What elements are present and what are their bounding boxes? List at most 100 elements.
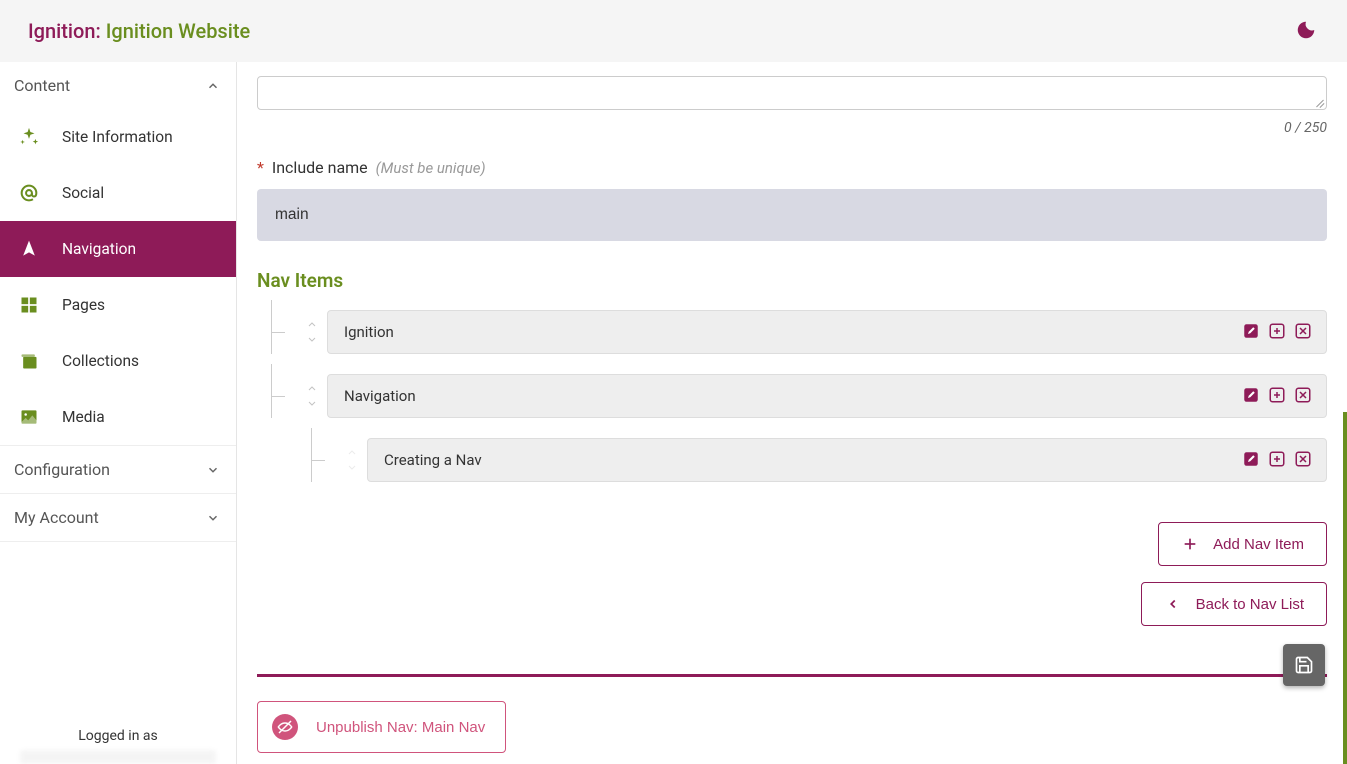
nav-items-tree: Ignition Navigati <box>257 310 1327 482</box>
sidebar-item-media[interactable]: Media <box>0 389 236 445</box>
sidebar-item-label: Media <box>62 408 105 426</box>
chevron-up-icon <box>206 79 220 93</box>
arrow-up-icon <box>346 447 358 459</box>
drag-handle[interactable] <box>337 438 367 482</box>
sidebar-item-label: Navigation <box>62 240 136 258</box>
nav-item-label: Navigation <box>344 387 416 405</box>
tree-connector <box>271 374 297 418</box>
action-buttons: Add Nav Item Back to Nav List <box>257 522 1327 626</box>
nav-item-card: Creating a Nav <box>367 438 1327 482</box>
chevron-down-icon <box>206 463 220 477</box>
edit-nav-item-button[interactable] <box>1242 322 1262 342</box>
sidebar-item-label: Social <box>62 184 104 202</box>
arrow-down-icon <box>306 397 318 409</box>
button-label: Back to Nav List <box>1196 596 1304 613</box>
grid-icon <box>18 294 40 316</box>
drag-handle[interactable] <box>297 310 327 354</box>
sidebar-head-account[interactable]: My Account <box>0 494 236 541</box>
sidebar-section-configuration: Configuration <box>0 446 236 494</box>
plus-square-icon <box>1268 450 1286 468</box>
section-divider <box>257 674 1327 677</box>
char-counter: 0 / 250 <box>257 120 1327 136</box>
sidebar-section-label: Content <box>14 76 70 95</box>
description-textarea[interactable] <box>257 76 1327 110</box>
nav-items-heading: Nav Items <box>257 269 1327 292</box>
dark-mode-toggle[interactable] <box>1295 19 1319 43</box>
unpublish-nav-button[interactable]: Unpublish Nav: Main Nav <box>257 701 506 753</box>
add-child-nav-item-button[interactable] <box>1268 322 1288 342</box>
pencil-icon <box>1242 322 1260 340</box>
nav-item-actions <box>1242 322 1314 342</box>
arrow-down-icon <box>346 461 358 473</box>
sidebar-section-label: My Account <box>14 508 99 527</box>
x-square-icon <box>1294 386 1312 404</box>
sidebar: Content Site Information Social Navigati… <box>0 62 237 764</box>
add-nav-item-button[interactable]: Add Nav Item <box>1158 522 1327 566</box>
nav-item-row: Creating a Nav <box>271 438 1327 482</box>
sidebar-head-configuration[interactable]: Configuration <box>0 446 236 493</box>
sidebar-item-navigation[interactable]: Navigation <box>0 221 236 277</box>
sidebar-section-account: My Account <box>0 494 236 542</box>
unpublish-icon <box>272 714 298 740</box>
nav-item-row: Navigation <box>271 374 1327 418</box>
sidebar-section-label: Configuration <box>14 460 110 479</box>
plus-square-icon <box>1268 322 1286 340</box>
sparkle-icon <box>18 126 40 148</box>
collections-icon <box>18 350 40 372</box>
x-square-icon <box>1294 450 1312 468</box>
delete-nav-item-button[interactable] <box>1294 386 1314 406</box>
nav-item-label: Ignition <box>344 323 394 341</box>
nav-item-label: Creating a Nav <box>384 451 482 469</box>
back-to-nav-list-button[interactable]: Back to Nav List <box>1141 582 1327 626</box>
sidebar-item-label: Collections <box>62 352 139 370</box>
delete-nav-item-button[interactable] <box>1294 322 1314 342</box>
sidebar-item-site-information[interactable]: Site Information <box>0 109 236 165</box>
save-button[interactable] <box>1283 644 1325 686</box>
plus-square-icon <box>1268 386 1286 404</box>
content-area: 0 / 250 * Include name (Must be unique) … <box>237 62 1347 764</box>
sidebar-item-social[interactable]: Social <box>0 165 236 221</box>
arrow-up-icon <box>306 319 318 331</box>
sidebar-item-collections[interactable]: Collections <box>0 333 236 389</box>
app-header: Ignition: Ignition Website <box>0 0 1347 62</box>
image-icon <box>18 406 40 428</box>
x-square-icon <box>1294 322 1312 340</box>
logged-in-label: Logged in as <box>0 718 236 744</box>
publish-row: Unpublish Nav: Main Nav <box>257 701 1327 753</box>
at-icon <box>18 182 40 204</box>
button-label: Unpublish Nav: Main Nav <box>316 719 485 736</box>
sidebar-item-label: Pages <box>62 296 105 314</box>
delete-nav-item-button[interactable] <box>1294 450 1314 470</box>
moon-icon <box>1295 19 1317 41</box>
add-child-nav-item-button[interactable] <box>1268 386 1288 406</box>
site-name: Ignition Website <box>106 19 250 43</box>
include-name-text: Include name <box>272 158 368 177</box>
brand-name: Ignition: <box>28 19 101 43</box>
edit-nav-item-button[interactable] <box>1242 450 1262 470</box>
plus-icon <box>1181 535 1199 553</box>
drag-handle[interactable] <box>297 374 327 418</box>
include-name-label: * Include name (Must be unique) <box>257 158 1327 177</box>
arrow-down-icon <box>306 333 318 345</box>
button-label: Add Nav Item <box>1213 536 1304 553</box>
page-title: Ignition: Ignition Website <box>28 19 250 43</box>
cursor-icon <box>18 238 40 260</box>
pencil-icon <box>1242 386 1260 404</box>
chevron-down-icon <box>206 511 220 525</box>
arrow-up-icon <box>306 383 318 395</box>
resize-handle-icon[interactable] <box>1314 97 1324 107</box>
add-child-nav-item-button[interactable] <box>1268 450 1288 470</box>
sidebar-head-content[interactable]: Content <box>0 62 236 109</box>
sidebar-item-pages[interactable]: Pages <box>0 277 236 333</box>
logged-in-user <box>20 750 216 764</box>
edit-nav-item-button[interactable] <box>1242 386 1262 406</box>
sidebar-item-label: Site Information <box>62 128 173 146</box>
include-name-input[interactable] <box>257 189 1327 241</box>
sidebar-spacer <box>0 542 236 718</box>
save-icon <box>1294 655 1314 675</box>
nav-item-card: Ignition <box>327 310 1327 354</box>
tree-connector <box>311 438 337 482</box>
required-marker: * <box>257 158 264 177</box>
sidebar-items-content: Site Information Social Navigation Pages… <box>0 109 236 445</box>
sidebar-section-content: Content Site Information Social Navigati… <box>0 62 236 446</box>
